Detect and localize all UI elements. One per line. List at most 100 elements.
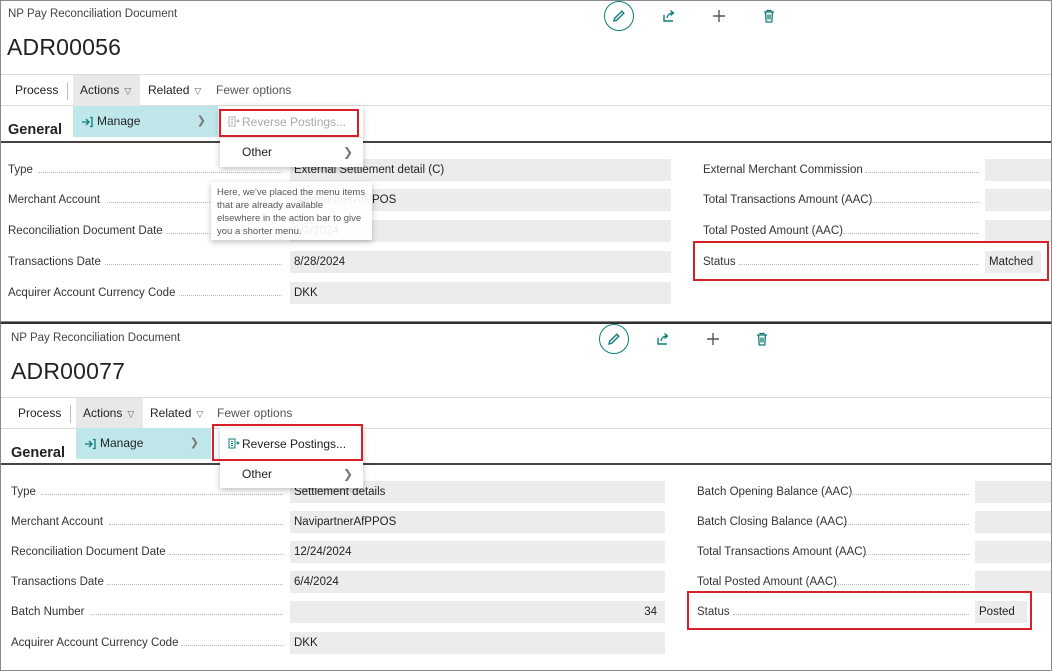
document-number: ADR00056 — [7, 34, 122, 60]
field-label-currency-code: Acquirer Account Currency Code — [8, 287, 176, 299]
add-icon[interactable] — [698, 324, 728, 354]
leader-dots — [871, 181, 979, 203]
related-menu[interactable]: Related ▽ — [150, 398, 203, 429]
field-total-posted[interactable] — [975, 571, 1051, 593]
related-label: Related — [148, 83, 190, 97]
chevron-down-icon: ▽ — [194, 86, 202, 96]
related-menu[interactable]: Related ▽ — [148, 75, 201, 106]
manage-menu-item[interactable]: Manage ❯ — [73, 106, 218, 137]
leader-dots — [105, 243, 282, 265]
manage-icon — [84, 428, 96, 462]
field-transactions-date[interactable]: 6/4/2024 — [290, 571, 665, 593]
add-icon[interactable] — [704, 1, 734, 31]
reverse-postings-highlight-box — [219, 109, 359, 137]
field-label-transactions-date: Transactions Date — [8, 256, 101, 268]
action-bar-divider — [70, 405, 71, 423]
edit-icon[interactable] — [599, 324, 629, 354]
field-label-type: Type — [8, 164, 33, 176]
general-section-title[interactable]: General — [8, 122, 62, 138]
chevron-right-icon: ❯ — [189, 437, 199, 449]
manage-icon — [81, 106, 93, 140]
other-label: Other — [242, 145, 273, 159]
chevron-right-icon: ❯ — [196, 115, 206, 127]
actions-menu[interactable]: Actions ▽ — [76, 398, 143, 429]
manage-label: Manage — [100, 436, 144, 450]
delete-icon[interactable] — [747, 324, 777, 354]
document-number: ADR00077 — [11, 358, 126, 384]
fewer-options-button[interactable]: Fewer options — [216, 75, 291, 106]
field-merchant-commission[interactable] — [985, 159, 1051, 181]
field-label-total-transactions: Total Transactions Amount (AAC) — [697, 546, 867, 558]
action-bar: Process Actions ▽ Related ▽ Fewer options — [1, 74, 1051, 106]
field-label-merchant-commission: External Merchant Commission — [703, 164, 863, 176]
leader-dots — [179, 274, 282, 296]
leader-dots — [837, 563, 969, 585]
manage-label: Manage — [97, 114, 141, 128]
actions-menu[interactable]: Actions ▽ — [73, 75, 140, 106]
leader-dots — [843, 212, 979, 234]
leader-dots — [169, 533, 283, 555]
document-panel-adr00056: NP Pay Reconciliation Document ADR00056 … — [0, 0, 1052, 322]
field-total-transactions[interactable] — [975, 541, 1051, 563]
field-transactions-date[interactable]: 8/28/2024 — [290, 251, 671, 273]
other-menu-item[interactable]: Other ❯ — [220, 137, 363, 167]
process-menu[interactable]: Process — [15, 75, 58, 106]
field-reconciliation-date[interactable]: 12/24/2024 — [290, 541, 665, 563]
status-highlight-box — [687, 591, 1032, 630]
field-batch-closing-balance[interactable] — [975, 511, 1051, 533]
section-divider — [1, 141, 1051, 143]
chevron-down-icon: ▽ — [196, 409, 204, 419]
actions-label: Actions — [83, 406, 123, 420]
reverse-postings-highlight-box — [212, 424, 363, 461]
status-highlight-box — [693, 241, 1049, 281]
general-section-title[interactable]: General — [11, 445, 65, 461]
document-panel-adr00077: NP Pay Reconciliation Document ADR00077 … — [0, 322, 1052, 671]
leader-dots — [181, 624, 283, 646]
share-icon[interactable] — [648, 324, 678, 354]
field-label-merchant-account: Merchant Account — [11, 516, 104, 528]
field-label-reconciliation-date: Reconciliation Document Date — [8, 225, 163, 237]
action-bar: Process Actions ▽ Related ▽ Fewer options — [1, 397, 1051, 429]
leader-dots — [865, 151, 979, 173]
other-label: Other — [242, 467, 273, 481]
field-label-total-posted: Total Posted Amount (AAC) — [697, 576, 837, 588]
delete-icon[interactable] — [754, 1, 784, 31]
edit-icon[interactable] — [604, 1, 634, 31]
field-label-total-posted: Total Posted Amount (AAC) — [703, 225, 843, 237]
leader-dots — [865, 533, 969, 555]
share-icon[interactable] — [654, 1, 684, 31]
field-label-type: Type — [11, 486, 36, 498]
leader-dots — [849, 473, 969, 495]
field-total-posted[interactable] — [985, 220, 1051, 242]
page-caption: NP Pay Reconciliation Document — [11, 332, 181, 344]
section-divider — [1, 463, 1051, 465]
field-label-batch-number: Batch Number — [11, 606, 85, 618]
field-label-merchant-account: Merchant Account — [8, 194, 101, 206]
leader-dots — [91, 593, 283, 615]
manage-menu-item[interactable]: Manage ❯ — [76, 428, 211, 459]
tooltip: Here, we've placed the menu items that a… — [211, 182, 372, 240]
action-bar-divider — [67, 82, 68, 100]
field-label-transactions-date: Transactions Date — [11, 576, 104, 588]
chevron-down-icon: ▽ — [127, 409, 135, 419]
field-label-batch-opening-balance: Batch Opening Balance (AAC) — [697, 486, 853, 498]
field-label-total-transactions: Total Transactions Amount (AAC) — [703, 194, 873, 206]
field-batch-number[interactable]: 34 — [290, 601, 665, 623]
field-currency-code[interactable]: DKK — [290, 282, 671, 304]
related-label: Related — [150, 406, 192, 420]
field-batch-opening-balance[interactable] — [975, 481, 1051, 503]
process-menu[interactable]: Process — [18, 398, 61, 429]
other-menu-item[interactable]: Other ❯ — [220, 459, 363, 489]
field-merchant-account[interactable]: NavipartnerAfPPOS — [290, 511, 665, 533]
page-caption: NP Pay Reconciliation Document — [8, 8, 178, 20]
field-label-currency-code: Acquirer Account Currency Code — [11, 637, 179, 649]
field-currency-code[interactable]: DKK — [290, 632, 665, 654]
leader-dots — [843, 503, 969, 525]
chevron-right-icon: ❯ — [342, 145, 353, 159]
chevron-down-icon: ▽ — [124, 86, 132, 96]
actions-label: Actions — [80, 83, 120, 97]
leader-dots — [107, 563, 283, 585]
field-total-transactions[interactable] — [985, 189, 1051, 211]
chevron-right-icon: ❯ — [342, 467, 353, 481]
field-label-reconciliation-date: Reconciliation Document Date — [11, 546, 166, 558]
